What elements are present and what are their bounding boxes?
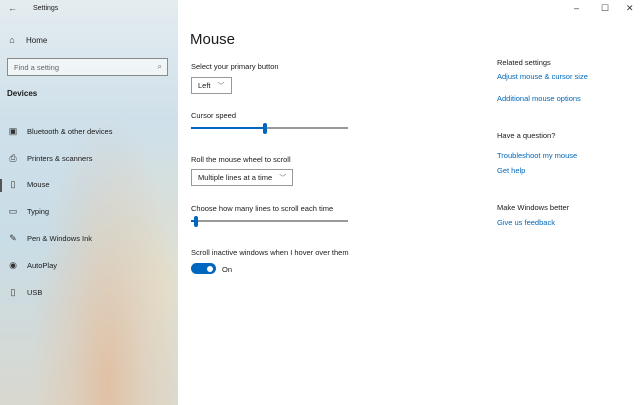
nav-label: Typing [27, 207, 50, 217]
pen-icon: ✎ [9, 233, 17, 244]
lines-slider[interactable] [191, 216, 348, 227]
nav-label: Bluetooth & other devices [27, 126, 113, 136]
toggle-state: On [222, 265, 233, 274]
link-troubleshoot[interactable]: Troubleshoot my mouse [497, 151, 577, 160]
link-adjust-cursor[interactable]: Adjust mouse & cursor size [497, 72, 588, 81]
nav-usb[interactable]: ▯ USB [0, 279, 178, 306]
cursor-speed-slider[interactable] [191, 123, 348, 134]
bluetooth-devices-icon: ▣ [8, 125, 18, 136]
nav-list: ▣ Bluetooth & other devices ⎙ Printers & s… [0, 118, 178, 306]
primary-button-dropdown[interactable]: Left ﹀ [191, 77, 232, 94]
cursor-speed-label: Cursor speed [191, 111, 237, 120]
search-icon: ⌕ [157, 62, 162, 71]
maximize-button[interactable]: ☐ [601, 3, 609, 14]
nav-autoplay[interactable]: ◉ AutoPlay [0, 252, 178, 279]
wheel-label: Roll the mouse wheel to scroll [191, 155, 291, 164]
home-icon: ⌂ [9, 35, 15, 45]
nav-printers[interactable]: ⎙ Printers & scanners [0, 145, 178, 172]
primary-button-label: Select your primary button [191, 62, 279, 71]
mouse-icon: ▯ [10, 179, 16, 190]
inactive-scroll-toggle[interactable] [191, 263, 216, 274]
printer-icon: ⎙ [9, 152, 17, 163]
close-button[interactable]: ✕ [626, 3, 634, 14]
nav-label: Printers & scanners [27, 153, 93, 163]
chevron-down-icon: ﹀ [217, 82, 225, 90]
keyboard-icon: ▭ [8, 206, 18, 217]
related-heading: Related settings [497, 58, 551, 67]
nav-label: Mouse [27, 180, 50, 190]
slider-thumb[interactable] [262, 123, 267, 134]
dropdown-value: Left [198, 81, 211, 90]
usb-icon: ▯ [10, 286, 16, 297]
nav-home[interactable]: ⌂ Home [7, 35, 47, 45]
nav-label: USB [27, 287, 43, 297]
title-bar: ← Settings – ☐ ✕ [0, 0, 640, 18]
lines-label: Choose how many lines to scroll each tim… [191, 204, 334, 213]
sidebar: ⌂ Home Find a setting ⌕ Devices ▣ Bluetooth… [0, 0, 178, 405]
dropdown-value: Multiple lines at a time [198, 173, 273, 182]
nav-bluetooth[interactable]: ▣ Bluetooth & other devices [0, 118, 178, 145]
inactive-label: Scroll inactive windows when I hover ove… [191, 248, 349, 257]
autoplay-icon: ◉ [9, 259, 17, 270]
link-get-help[interactable]: Get help [497, 166, 525, 175]
back-arrow-icon[interactable]: ← [8, 3, 17, 13]
slider-fill [191, 127, 265, 129]
window-title: Settings [33, 5, 59, 12]
link-feedback[interactable]: Give us feedback [497, 218, 555, 227]
search-placeholder: Find a setting [14, 63, 60, 72]
minimize-button[interactable]: – [574, 3, 579, 13]
feedback-heading: Make Windows better [497, 203, 570, 212]
chevron-down-icon: ﹀ [279, 174, 287, 182]
nav-pen[interactable]: ✎ Pen & Windows Ink [0, 225, 178, 252]
home-label: Home [26, 35, 48, 45]
page-title: Mouse [190, 31, 236, 48]
nav-mouse[interactable]: ▯ Mouse [0, 172, 178, 199]
nav-label: Pen & Windows Ink [27, 234, 93, 244]
link-additional-options[interactable]: Additional mouse options [497, 94, 581, 103]
wheel-dropdown[interactable]: Multiple lines at a time ﹀ [191, 169, 294, 186]
slider-thumb[interactable] [193, 216, 198, 227]
slider-track [191, 220, 348, 222]
search-input[interactable]: Find a setting ⌕ [7, 58, 168, 76]
nav-label: AutoPlay [27, 260, 58, 270]
question-heading: Have a question? [497, 131, 556, 140]
nav-typing[interactable]: ▭ Typing [0, 198, 178, 225]
section-heading: Devices [7, 89, 38, 98]
